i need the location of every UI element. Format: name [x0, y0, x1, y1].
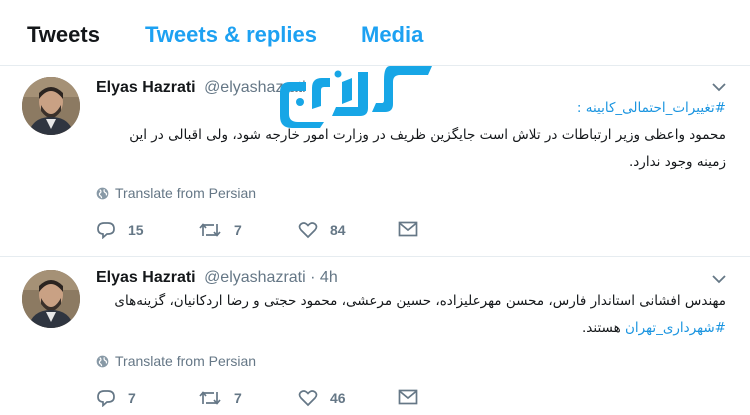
- tweet-actions: 7 7 46: [96, 389, 736, 413]
- hashtag-link[interactable]: #شهرداری_تهران: [625, 320, 726, 336]
- tweet-text-fragment: هستند.: [582, 320, 625, 336]
- translate-label: Translate from Persian: [115, 353, 257, 369]
- retweet-count: 7: [234, 222, 242, 238]
- author-handle[interactable]: @elyashazrati: [204, 269, 306, 286]
- like-button[interactable]: 46: [298, 389, 346, 407]
- like-button[interactable]: 84: [298, 221, 346, 239]
- tweet-timestamp[interactable]: · 4h: [310, 269, 338, 286]
- envelope-icon: [398, 221, 418, 237]
- avatar-image: [22, 270, 80, 328]
- direct-message-button[interactable]: [398, 221, 418, 237]
- retweet-icon: [199, 391, 221, 405]
- tweet-item[interactable]: Elyas Hazrati @elyashazrati · 4h مهندس ا…: [0, 258, 750, 415]
- tweet-text: مهندس افشانی استاندار فارس، محسن مهرعلیز…: [96, 288, 726, 342]
- heart-icon: [298, 222, 318, 239]
- retweet-icon: [199, 223, 221, 237]
- chevron-down-icon[interactable]: [712, 271, 726, 287]
- translate-link[interactable]: Translate from Persian: [96, 353, 256, 369]
- globe-icon: [96, 187, 109, 199]
- tweet-actions: 15 7 84: [96, 221, 736, 245]
- retweet-button[interactable]: 7: [198, 389, 242, 407]
- reply-icon: [97, 390, 115, 407]
- tab-tweets[interactable]: Tweets: [27, 22, 100, 48]
- tweet-text-line: مهندس افشانی استاندار فارس، محسن مهرعلیز…: [114, 293, 726, 309]
- translate-label: Translate from Persian: [115, 185, 257, 201]
- reply-count: 15: [128, 222, 144, 238]
- envelope-icon: [398, 389, 418, 405]
- retweet-button[interactable]: 7: [198, 221, 242, 239]
- like-count: 46: [330, 390, 346, 406]
- reply-icon: [97, 222, 115, 239]
- globe-icon: [96, 355, 109, 367]
- author-name[interactable]: Elyas Hazrati: [96, 269, 196, 286]
- reply-count: 7: [128, 390, 136, 406]
- reply-button[interactable]: 15: [96, 221, 144, 239]
- hashtag-link[interactable]: #تغییرات_احتمالی_کابینه :: [577, 100, 726, 116]
- tab-media[interactable]: Media: [361, 22, 423, 48]
- watermark-logo: [280, 66, 432, 128]
- direct-message-button[interactable]: [398, 389, 418, 405]
- tweet-header: Elyas Hazrati @elyashazrati · 4h: [96, 269, 338, 287]
- like-count: 84: [330, 222, 346, 238]
- heart-icon: [298, 390, 318, 407]
- avatar[interactable]: [22, 270, 80, 328]
- author-name[interactable]: Elyas Hazrati: [96, 79, 196, 96]
- translate-link[interactable]: Translate from Persian: [96, 185, 256, 201]
- retweet-count: 7: [234, 390, 242, 406]
- avatar-image: [22, 77, 80, 135]
- tab-tweets-and-replies[interactable]: Tweets & replies: [145, 22, 317, 48]
- profile-tabs: Tweets Tweets & replies Media: [0, 0, 750, 66]
- chevron-down-icon[interactable]: [712, 79, 726, 95]
- avatar[interactable]: [22, 77, 80, 135]
- reply-button[interactable]: 7: [96, 389, 136, 407]
- tweet-text-line: زمینه وجود ندارد.: [629, 154, 726, 170]
